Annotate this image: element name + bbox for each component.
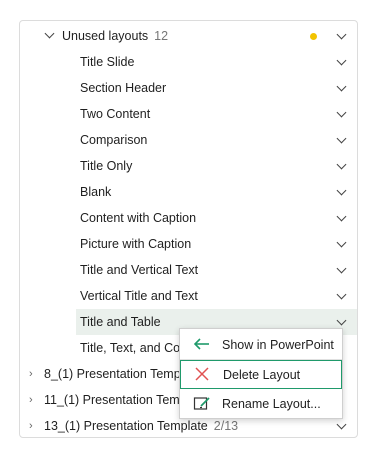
chevron-right-icon[interactable]: › bbox=[29, 420, 33, 432]
layout-item[interactable]: Content with Caption bbox=[20, 205, 357, 231]
chevron-down-icon[interactable] bbox=[336, 315, 347, 326]
template-label: 8_(1) Presentation Templa bbox=[44, 367, 191, 381]
layout-item[interactable]: Title Only bbox=[20, 153, 357, 179]
chevron-down-icon[interactable] bbox=[336, 159, 347, 170]
template-label: 11_(1) Presentation Temp bbox=[44, 393, 187, 407]
template-count-badge: 2/13 bbox=[213, 419, 239, 433]
show-in-powerpoint-item[interactable]: Show in PowerPoint bbox=[180, 330, 342, 359]
layout-item-label: Title Only bbox=[80, 159, 133, 173]
chevron-down-icon[interactable] bbox=[336, 55, 347, 66]
group-count-badge: 12 bbox=[154, 29, 169, 43]
chevron-down-icon[interactable] bbox=[336, 211, 347, 222]
layout-item-label: Picture with Caption bbox=[80, 237, 192, 251]
layout-item-label: Title, Text, and Con bbox=[80, 341, 188, 355]
rename-icon bbox=[193, 397, 210, 410]
chevron-down-icon[interactable] bbox=[336, 419, 347, 430]
layout-item[interactable]: Title Slide bbox=[20, 49, 357, 75]
chevron-down-icon[interactable] bbox=[336, 107, 347, 118]
layout-item[interactable]: Section Header bbox=[20, 75, 357, 101]
context-menu: Show in PowerPoint Delete Layout Rename … bbox=[179, 328, 343, 419]
rename-layout-label: Rename Layout... bbox=[222, 396, 321, 411]
chevron-down-icon[interactable] bbox=[336, 185, 347, 196]
chevron-down-icon[interactable] bbox=[336, 133, 347, 144]
chevron-down-icon[interactable] bbox=[336, 237, 347, 248]
chevron-right-icon[interactable]: › bbox=[29, 394, 33, 406]
delete-layout-label: Delete Layout bbox=[223, 367, 301, 382]
layout-item-label: Vertical Title and Text bbox=[80, 289, 198, 303]
layout-item[interactable]: Title and Vertical Text bbox=[20, 257, 357, 283]
show-in-powerpoint-label: Show in PowerPoint bbox=[222, 337, 334, 352]
layout-item-label: Title and Vertical Text bbox=[80, 263, 199, 277]
layout-item[interactable]: Comparison bbox=[20, 127, 357, 153]
layout-item-label: Title and Table bbox=[80, 315, 161, 329]
chevron-down-icon[interactable] bbox=[336, 81, 347, 92]
layout-item-label: Section Header bbox=[80, 81, 167, 95]
template-label: 13_(1) Presentation Template bbox=[44, 419, 208, 433]
group-unused-layouts[interactable]: Unused layouts 12 bbox=[20, 23, 357, 49]
status-dot bbox=[310, 33, 317, 40]
layout-item-label: Title Slide bbox=[80, 55, 135, 69]
layout-item-label: Comparison bbox=[80, 133, 148, 147]
chevron-down-icon[interactable] bbox=[336, 29, 347, 40]
layout-item[interactable]: Blank bbox=[20, 179, 357, 205]
chevron-down-icon[interactable] bbox=[336, 263, 347, 274]
group-label: Unused layouts bbox=[62, 29, 149, 43]
chevron-right-icon[interactable]: › bbox=[29, 368, 33, 380]
arrow-left-icon bbox=[193, 338, 209, 350]
layout-item-label: Two Content bbox=[80, 107, 151, 121]
chevron-down-icon[interactable] bbox=[336, 289, 347, 300]
layout-item-label: Blank bbox=[80, 185, 112, 199]
x-icon bbox=[195, 367, 209, 381]
layout-item-label: Content with Caption bbox=[80, 211, 197, 225]
chevron-down-icon[interactable] bbox=[44, 28, 55, 39]
rename-layout-item[interactable]: Rename Layout... bbox=[180, 389, 342, 418]
layout-item[interactable]: Picture with Caption bbox=[20, 231, 357, 257]
layout-item[interactable]: Two Content bbox=[20, 101, 357, 127]
delete-layout-item[interactable]: Delete Layout bbox=[180, 360, 342, 389]
layout-item[interactable]: Vertical Title and Text bbox=[20, 283, 357, 309]
